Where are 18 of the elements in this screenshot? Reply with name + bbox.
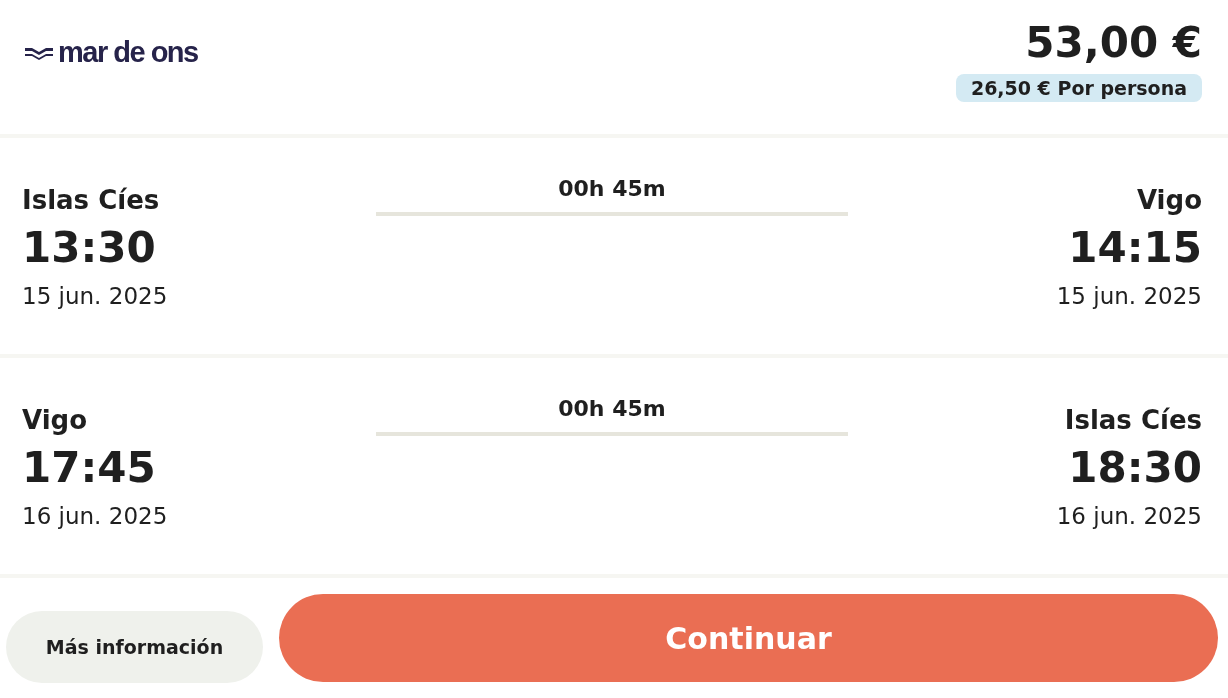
arrival-date: 15 jun. 2025 <box>1056 282 1202 311</box>
arrival-time: 14:15 <box>1068 222 1202 274</box>
duration: 00h 45m <box>558 395 666 423</box>
departure-time: 17:45 <box>22 442 156 494</box>
departure-time: 13:30 <box>22 222 156 274</box>
destination-name: Islas Cíes <box>1064 404 1202 437</box>
per-person-price: 26,50 € Por persona <box>955 74 1202 102</box>
destination-name: Vigo <box>1136 184 1202 217</box>
brand-name: mar de ons <box>58 36 198 69</box>
departure-date: 15 jun. 2025 <box>22 282 168 311</box>
origin-name: Islas Cíes <box>22 184 160 217</box>
duration: 00h 45m <box>558 175 666 203</box>
more-info-button[interactable]: Más información <box>6 611 263 683</box>
arrival-date: 16 jun. 2025 <box>1056 502 1202 531</box>
arrival-time: 18:30 <box>1068 442 1202 494</box>
departure-date: 16 jun. 2025 <box>22 502 168 531</box>
origin-name: Vigo <box>22 404 88 437</box>
total-price: 53,00 € <box>1025 18 1202 68</box>
